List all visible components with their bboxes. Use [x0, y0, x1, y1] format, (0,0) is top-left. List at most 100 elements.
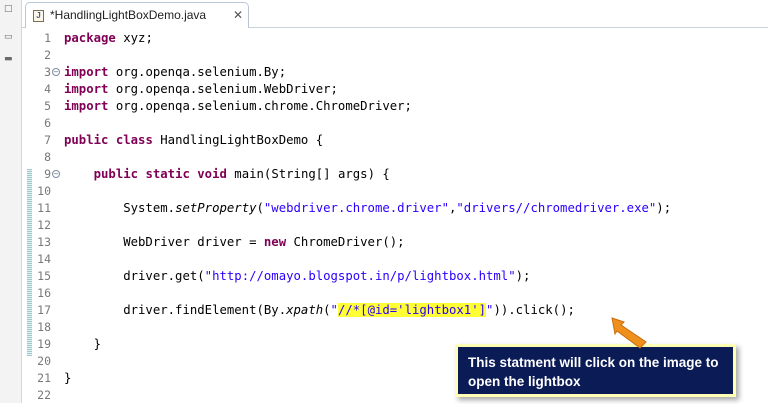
- code-token: HandlingLightBoxDemo {: [152, 133, 324, 147]
- code-token: static: [145, 167, 190, 181]
- annotation-arrow-icon: [611, 317, 647, 349]
- code-token: driver.findElement(By.: [64, 303, 287, 317]
- code-line[interactable]: 4 import org.openqa.selenium.WebDriver;: [22, 81, 768, 98]
- code-line[interactable]: 3− import org.openqa.selenium.By;: [22, 64, 768, 81]
- code-line[interactable]: 8: [22, 149, 768, 166]
- code-line[interactable]: 14: [22, 251, 768, 268]
- code-token: org.openqa.selenium.By;: [108, 65, 287, 79]
- left-view-strip: □ ▭ ▬: [0, 0, 22, 403]
- code-token: )).click();: [493, 303, 575, 317]
- code-line[interactable]: 18: [22, 319, 768, 336]
- editor-tab-bar: J *HandlingLightBoxDemo.java ✕: [22, 0, 768, 28]
- code-token: );: [656, 201, 672, 215]
- restore-view-icon[interactable]: ▭: [4, 32, 13, 42]
- line-number: 14: [37, 252, 51, 266]
- line-number: 12: [37, 218, 51, 232]
- code-text: driver.get("http://omayo.blogspot.in/p/l…: [64, 268, 530, 285]
- code-token: System.: [64, 201, 176, 215]
- code-text: }: [64, 336, 101, 353]
- line-number: 22: [37, 388, 51, 402]
- code-token: ChromeDriver();: [286, 235, 405, 249]
- code-token: package: [64, 31, 116, 45]
- code-token: public: [93, 167, 139, 181]
- code-text: WebDriver driver = new ChromeDriver();: [64, 234, 405, 251]
- code-token: WebDriver driver =: [64, 235, 264, 249]
- code-line[interactable]: 2: [22, 47, 768, 64]
- code-token: "drivers//chromedriver.exe": [456, 201, 657, 215]
- line-number: 5: [44, 99, 51, 113]
- code-token: void: [197, 167, 227, 181]
- fold-toggle-icon[interactable]: −: [52, 170, 60, 178]
- code-token: ": [330, 303, 338, 317]
- line-number: 1: [44, 31, 51, 45]
- code-line[interactable]: 9− public static void main(String[] args…: [22, 166, 768, 183]
- line-number: 19: [37, 337, 51, 351]
- code-token: (: [323, 303, 331, 317]
- code-line[interactable]: 11 System.setProperty("webdriver.chrome.…: [22, 200, 768, 217]
- code-token: org.openqa.selenium.chrome.ChromeDriver;: [108, 99, 412, 113]
- code-token: import: [64, 65, 109, 79]
- java-file-icon: J: [33, 10, 44, 22]
- line-number: 4: [44, 82, 51, 96]
- line-number: 10: [37, 184, 51, 198]
- annotation-text: This statment will click on the image to…: [468, 355, 719, 389]
- line-number: 2: [44, 48, 51, 62]
- line-number: 8: [44, 150, 51, 164]
- line-number: 6: [44, 116, 51, 130]
- code-token: (: [256, 201, 264, 215]
- code-line[interactable]: 1 package xyz;: [22, 30, 768, 47]
- code-token: "webdriver.chrome.driver": [263, 201, 449, 215]
- highlighted-xpath: //*[@id='lightbox1']: [337, 303, 487, 317]
- code-line[interactable]: 16: [22, 285, 768, 302]
- code-line[interactable]: 13 WebDriver driver = new ChromeDriver()…: [22, 234, 768, 251]
- code-token: );: [515, 269, 531, 283]
- annotation-callout: This statment will click on the image to…: [455, 344, 736, 397]
- code-text: public static void main(String[] args) {: [64, 166, 390, 183]
- code-token: xpath: [286, 303, 324, 317]
- line-number: 16: [37, 286, 51, 300]
- code-text: package xyz;: [64, 30, 153, 47]
- code-token: setProperty: [175, 201, 257, 215]
- code-text: import org.openqa.selenium.By;: [64, 64, 286, 81]
- code-token: "http://omayo.blogspot.in/p/lightbox.htm…: [204, 269, 516, 283]
- code-token: import: [64, 99, 109, 113]
- line-number: 21: [37, 371, 51, 385]
- code-line[interactable]: 10: [22, 183, 768, 200]
- code-token: class: [115, 133, 153, 147]
- code-line[interactable]: 12: [22, 217, 768, 234]
- code-line[interactable]: 5 import org.openqa.selenium.chrome.Chrom…: [22, 98, 768, 115]
- code-token: import: [64, 82, 109, 96]
- code-text: }: [64, 370, 71, 387]
- line-number: 20: [37, 354, 51, 368]
- code-text: public class HandlingLightBoxDemo {: [64, 132, 323, 149]
- code-token: xyz;: [115, 31, 153, 45]
- code-token: }: [64, 371, 72, 385]
- code-text: import org.openqa.selenium.WebDriver;: [64, 81, 338, 98]
- tab-handlinglightboxdemo[interactable]: J *HandlingLightBoxDemo.java ✕: [25, 2, 249, 28]
- line-number: 9: [44, 167, 51, 181]
- line-number: 17: [37, 303, 51, 317]
- line-number: 7: [44, 133, 51, 147]
- code-token: driver.get(: [64, 269, 205, 283]
- code-line[interactable]: 15 driver.get("http://omayo.blogspot.in/…: [22, 268, 768, 285]
- line-number: 11: [37, 201, 51, 215]
- fold-toggle-icon[interactable]: −: [52, 68, 60, 76]
- close-icon[interactable]: ✕: [233, 7, 243, 23]
- code-line[interactable]: 17 driver.findElement(By.xpath("//*[@id=…: [22, 302, 768, 319]
- line-number: 13: [37, 235, 51, 249]
- code-line[interactable]: 6: [22, 115, 768, 132]
- code-text: System.setProperty("webdriver.chrome.dri…: [64, 200, 671, 217]
- line-number: 18: [37, 320, 51, 334]
- maximize-view-icon[interactable]: ▬: [4, 54, 13, 64]
- code-line[interactable]: 7 public class HandlingLightBoxDemo {: [22, 132, 768, 149]
- code-text: import org.openqa.selenium.chrome.Chrome…: [64, 98, 412, 115]
- line-number: 3: [44, 65, 51, 79]
- line-number: 15: [37, 269, 51, 283]
- minimized-view-icon[interactable]: □: [4, 4, 13, 14]
- tab-title: *HandlingLightBoxDemo.java: [50, 8, 207, 22]
- code-text: driver.findElement(By.xpath("//*[@id='li…: [64, 302, 575, 319]
- code-token: main(String[] args) {: [226, 167, 390, 181]
- code-token: org.openqa.selenium.WebDriver;: [108, 82, 338, 96]
